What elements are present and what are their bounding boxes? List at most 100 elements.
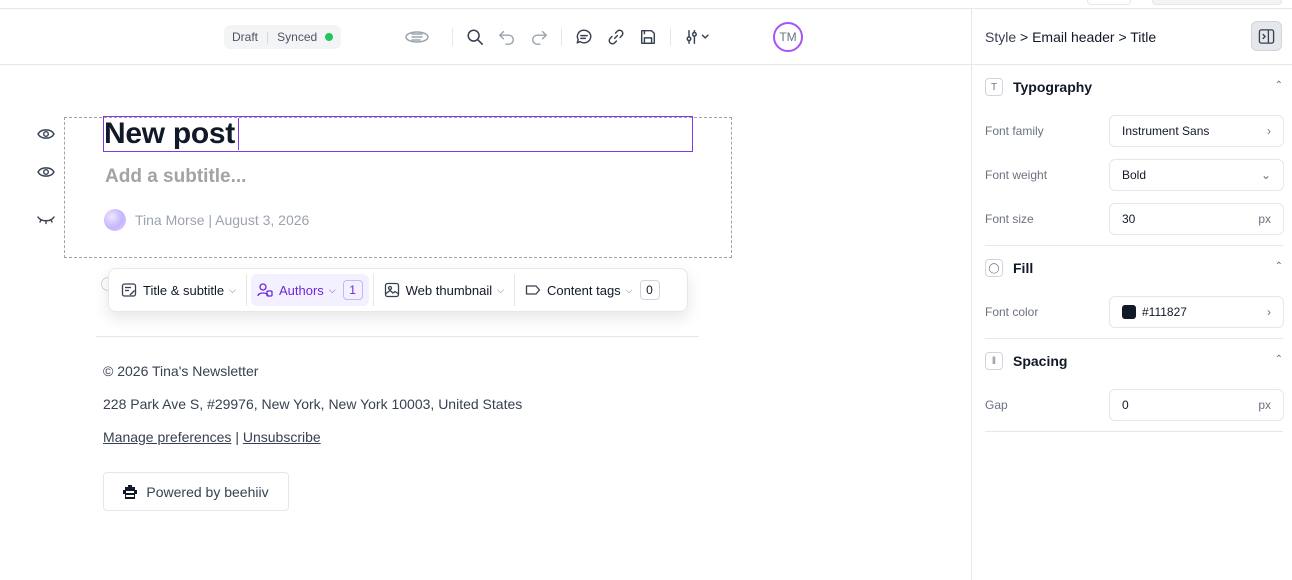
undo-icon[interactable] bbox=[495, 25, 519, 49]
font-weight-select[interactable]: Bold ⌄ bbox=[1109, 159, 1284, 191]
author-avatar bbox=[104, 209, 126, 231]
hidden-eye-icon[interactable] bbox=[37, 212, 55, 226]
tag-icon bbox=[525, 285, 541, 295]
droplet-icon: ◯ bbox=[985, 259, 1003, 277]
color-swatch bbox=[1122, 305, 1136, 319]
unsubscribe-link[interactable]: Unsubscribe bbox=[243, 429, 321, 445]
font-family-row: Font family Instrument Sans › bbox=[985, 109, 1284, 153]
typography-title: Typography bbox=[1013, 79, 1093, 95]
font-color-value: #111827 bbox=[1142, 305, 1187, 319]
font-size-label: Font size bbox=[985, 212, 1034, 226]
chevron-up-icon[interactable]: ⌃ bbox=[1275, 354, 1283, 365]
fill-section: ◯ Fill ⌃ Font color #111827 › bbox=[985, 246, 1284, 339]
chevron-right-icon: › bbox=[1267, 124, 1271, 138]
editor-toolbar: Draft | Synced TM bbox=[0, 9, 971, 65]
bar-divider bbox=[372, 274, 374, 306]
font-color-label: Font color bbox=[985, 305, 1039, 319]
status-pill: Draft | Synced bbox=[224, 25, 342, 49]
chevron-right-icon: › bbox=[1267, 305, 1271, 319]
breadcrumb-path: > Email header > Title bbox=[1016, 28, 1157, 45]
text-caret bbox=[238, 118, 239, 150]
manage-preferences-link[interactable]: Manage preferences bbox=[103, 429, 231, 445]
bar-divider bbox=[513, 274, 515, 306]
subtitle-placeholder[interactable]: Add a subtitle... bbox=[105, 166, 246, 188]
chevron-up-icon[interactable]: ⌃ bbox=[1275, 261, 1283, 272]
font-color-picker[interactable]: #111827 › bbox=[1109, 296, 1284, 328]
link-icon[interactable] bbox=[604, 25, 628, 49]
toolbar-divider bbox=[670, 28, 671, 46]
chevron-down-icon: ⌵ bbox=[497, 284, 504, 295]
redo-icon[interactable] bbox=[527, 25, 551, 49]
font-size-row: Font size 30 px bbox=[985, 197, 1284, 241]
authors-button[interactable]: Authors ⌵ 1 bbox=[251, 274, 369, 306]
panel-toggle-button[interactable] bbox=[1251, 21, 1282, 51]
image-icon bbox=[384, 282, 399, 298]
email-canvas: New post Add a subtitle... Tina Morse | … bbox=[0, 66, 971, 580]
font-family-value: Instrument Sans bbox=[1122, 124, 1210, 138]
spacing-title: Spacing bbox=[1013, 353, 1068, 369]
typography-header[interactable]: T Typography ⌃ bbox=[985, 65, 1283, 109]
top-ghost-button[interactable] bbox=[1087, 0, 1131, 5]
typography-section: T Typography ⌃ Font family Instrument Sa… bbox=[985, 65, 1284, 246]
font-weight-row: Font weight Bold ⌄ bbox=[985, 153, 1284, 197]
content-tags-button[interactable]: Content tags ⌵ 0 bbox=[519, 274, 666, 306]
font-family-select[interactable]: Instrument Sans › bbox=[1109, 115, 1284, 147]
gap-label: Gap bbox=[985, 398, 1008, 412]
status-separator: | bbox=[266, 30, 270, 44]
footer-copyright: © 2026 Tina's Newsletter bbox=[103, 363, 259, 379]
visibility-eye-icon[interactable] bbox=[37, 165, 55, 179]
status-synced: Synced bbox=[277, 30, 318, 44]
spacing-icon: ‖ bbox=[985, 352, 1003, 370]
chevron-up-icon[interactable]: ⌃ bbox=[1275, 80, 1283, 91]
title-subtitle-label: Title & subtitle bbox=[143, 282, 225, 298]
gap-input[interactable]: 0 px bbox=[1109, 389, 1284, 421]
author-row: Tina Morse | August 3, 2026 bbox=[104, 209, 309, 231]
gap-unit: px bbox=[1258, 398, 1271, 412]
web-thumbnail-label: Web thumbnail bbox=[405, 282, 493, 298]
outline-icon[interactable] bbox=[404, 25, 430, 49]
visibility-eye-icon[interactable] bbox=[37, 127, 55, 141]
status-draft: Draft bbox=[232, 30, 259, 44]
font-family-label: Font family bbox=[985, 124, 1044, 138]
avatar-initials: TM bbox=[779, 30, 797, 44]
panel-breadcrumb: Style > Email header > Title bbox=[972, 9, 1292, 65]
user-avatar[interactable]: TM bbox=[773, 22, 803, 52]
settings-sliders-icon[interactable] bbox=[683, 25, 713, 49]
powered-by-beehiiv-button[interactable]: Powered by beehiiv bbox=[103, 472, 289, 511]
spacing-section: ‖ Spacing ⌃ Gap 0 px bbox=[985, 339, 1284, 432]
font-size-input[interactable]: 30 px bbox=[1109, 203, 1284, 235]
chevron-down-icon: ⌵ bbox=[328, 284, 336, 295]
footer-links: Manage preferences | Unsubscribe bbox=[103, 429, 321, 445]
beehiiv-logo-icon bbox=[123, 484, 138, 499]
gap-value: 0 bbox=[1122, 398, 1129, 412]
synced-dot bbox=[325, 33, 334, 41]
post-title[interactable]: New post bbox=[104, 116, 235, 152]
author-line: Tina Morse | August 3, 2026 bbox=[135, 212, 310, 228]
content-tags-label: Content tags bbox=[546, 282, 621, 298]
title-subtitle-icon bbox=[121, 283, 137, 297]
title-subtitle-button[interactable]: Title & subtitle ⌵ bbox=[115, 274, 242, 306]
save-icon[interactable] bbox=[636, 25, 660, 49]
font-weight-label: Font weight bbox=[985, 168, 1048, 182]
fill-header[interactable]: ◯ Fill ⌃ bbox=[985, 246, 1283, 290]
font-size-value: 30 bbox=[1122, 212, 1136, 226]
chevron-down-icon: ⌵ bbox=[229, 284, 236, 295]
footer-divider bbox=[96, 336, 699, 337]
toolbar-divider bbox=[561, 28, 562, 46]
header-options-bar: Title & subtitle ⌵ Authors ⌵ 1 Web thumb… bbox=[108, 268, 688, 312]
text-type-icon: T bbox=[985, 78, 1003, 96]
breadcrumb-style[interactable]: Style bbox=[985, 29, 1016, 45]
font-color-row: Font color #111827 › bbox=[985, 290, 1284, 334]
spacing-header[interactable]: ‖ Spacing ⌃ bbox=[985, 339, 1283, 383]
top-ghost-button-wide[interactable] bbox=[1152, 0, 1282, 5]
authors-count-badge: 1 bbox=[342, 280, 363, 300]
chevron-down-icon: ⌵ bbox=[625, 284, 633, 295]
font-size-unit: px bbox=[1258, 212, 1271, 226]
chevron-down-icon: ⌄ bbox=[1260, 168, 1271, 182]
sidebar-toggle-icon bbox=[1258, 28, 1275, 44]
comment-icon[interactable] bbox=[572, 25, 596, 49]
web-thumbnail-button[interactable]: Web thumbnail ⌵ bbox=[378, 274, 510, 306]
authors-label: Authors bbox=[279, 282, 324, 298]
footer-link-separator: | bbox=[235, 429, 239, 445]
search-icon[interactable] bbox=[463, 25, 487, 49]
